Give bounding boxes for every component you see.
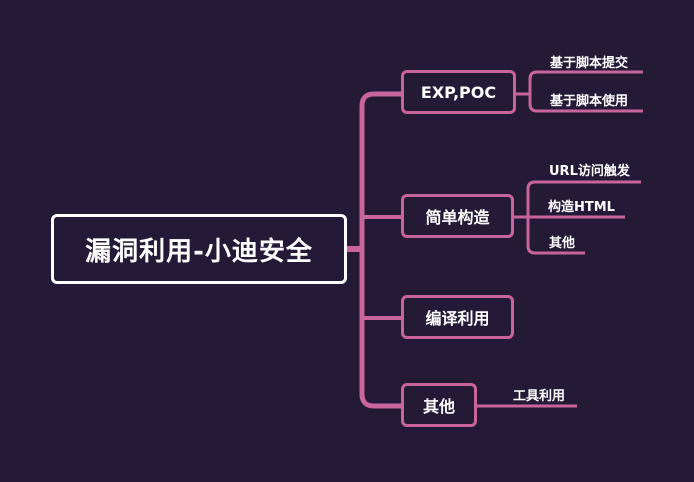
leaf-url-trigger[interactable]: URL访问触发 bbox=[549, 160, 630, 179]
branch-simple-construct[interactable]: 简单构造 bbox=[401, 194, 514, 238]
leaf-script-submit[interactable]: 基于脚本提交 bbox=[550, 52, 628, 71]
branch-exp-poc[interactable]: EXP,POC bbox=[401, 70, 516, 114]
main-trunk bbox=[359, 91, 401, 409]
leaf-construct-html[interactable]: 构造HTML bbox=[548, 196, 615, 215]
leaf-other[interactable]: 其他 bbox=[549, 232, 575, 251]
branch-2-leaf-links bbox=[526, 180, 641, 255]
branch-other[interactable]: 其他 bbox=[401, 383, 477, 427]
branch-compile-exploit[interactable]: 编译利用 bbox=[401, 295, 514, 339]
leaf-script-use[interactable]: 基于脚本使用 bbox=[550, 90, 628, 109]
root-topic[interactable]: 漏洞利用-小迪安全 bbox=[51, 214, 347, 284]
leaf-tool-use[interactable]: 工具利用 bbox=[513, 385, 565, 404]
